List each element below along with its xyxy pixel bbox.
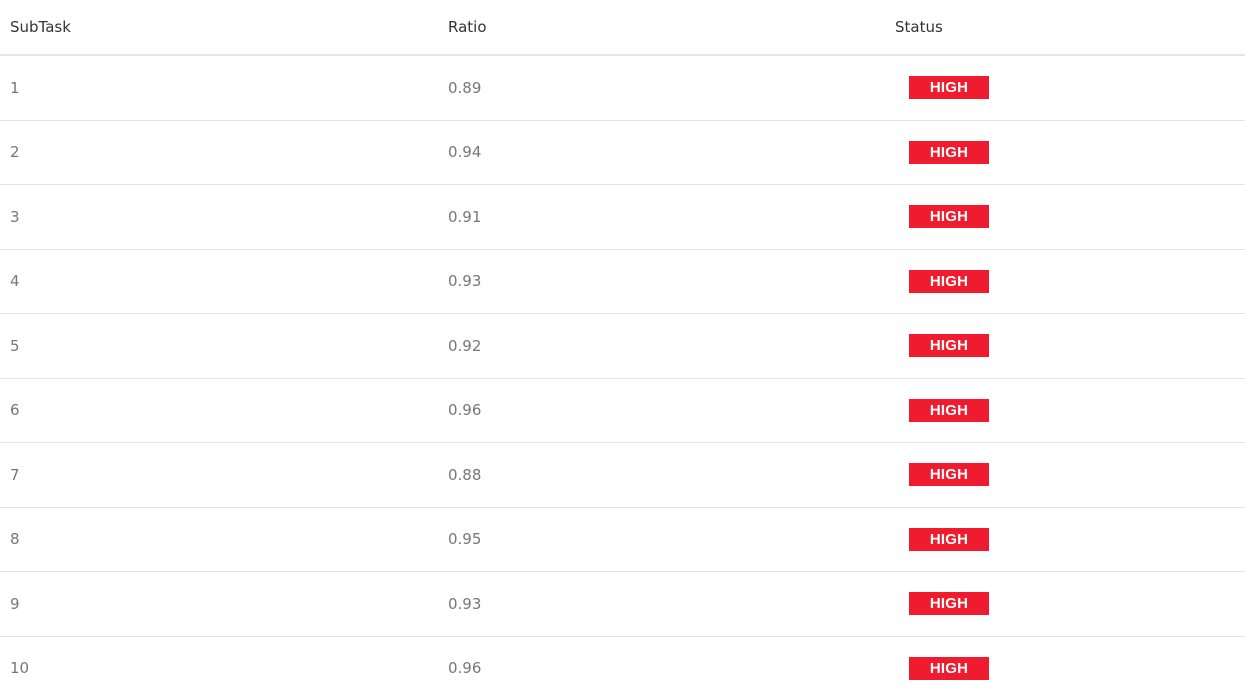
subtask-cell: 8 [0,507,438,572]
table-row: 2 0.94 HIGH [0,120,1245,185]
status-cell: HIGH [895,249,1245,314]
table-row: 1 0.89 HIGH [0,55,1245,121]
table-row: 4 0.93 HIGH [0,249,1245,314]
status-badge: HIGH [909,592,989,616]
subtask-table: SubTask Ratio Status 1 0.89 HIGH 2 0.94 HIGH 3… [0,0,1245,700]
ratio-cell: 0.96 [448,659,482,678]
status-badge: HIGH [909,205,989,229]
table-header-row: SubTask Ratio Status [0,0,1245,56]
table-row: 10 0.96 HIGH [0,636,1245,700]
status-cell: HIGH [895,184,1245,250]
ratio-cell: 0.94 [438,120,895,185]
status-cell: HIGH [895,55,1245,121]
ratio-cell: 0.95 [438,507,895,572]
status-badge: HIGH [909,527,989,551]
subtask-cell: 5 [0,313,438,379]
ratio-cell: 0.89 [438,55,895,121]
ratio-cell: 0.88 [438,442,895,508]
ratio-cell: 0.92 [438,313,895,379]
ratio-cell: 0.96 [438,378,895,443]
header-status[interactable]: Status [895,0,1245,56]
ratio-cell: 0.93 [438,249,895,314]
table-row: 5 0.92 HIGH [0,313,1245,379]
table-row: 8 0.95 HIGH [0,507,1245,572]
table-row: 3 0.91 HIGH [0,184,1245,250]
status-badge: HIGH [909,76,989,100]
status-badge: HIGH [909,334,989,358]
subtask-cell: 6 [0,378,438,443]
status-cell: HIGH [895,636,1245,700]
ratio-cell: 0.91 [438,184,895,250]
subtask-cell: 7 [0,442,438,508]
table-row: 7 0.88 HIGH [0,442,1245,508]
status-badge: HIGH [909,398,989,422]
table-row: 9 0.93 HIGH [0,571,1245,637]
status-cell: HIGH [895,313,1245,379]
status-badge: HIGH [909,656,989,680]
status-badge: HIGH [909,463,989,487]
status-badge: HIGH [909,140,989,164]
subtask-cell: 3 [0,184,438,250]
subtask-cell: 4 [0,249,438,314]
status-cell: HIGH [895,571,1245,637]
status-cell: HIGH [895,507,1245,572]
status-cell: HIGH [895,120,1245,185]
header-ratio[interactable]: Ratio [438,0,895,56]
subtask-cell: 9 [0,571,438,637]
table-row: 6 0.96 HIGH [0,378,1245,443]
status-cell: HIGH [895,378,1245,443]
status-badge: HIGH [909,269,989,293]
status-cell: HIGH [895,442,1245,508]
header-subtask[interactable]: SubTask [0,0,438,56]
subtask-cell: 10 [10,659,30,678]
ratio-cell: 0.93 [438,571,895,637]
subtask-cell: 2 [0,120,438,185]
subtask-cell: 1 [0,55,438,121]
